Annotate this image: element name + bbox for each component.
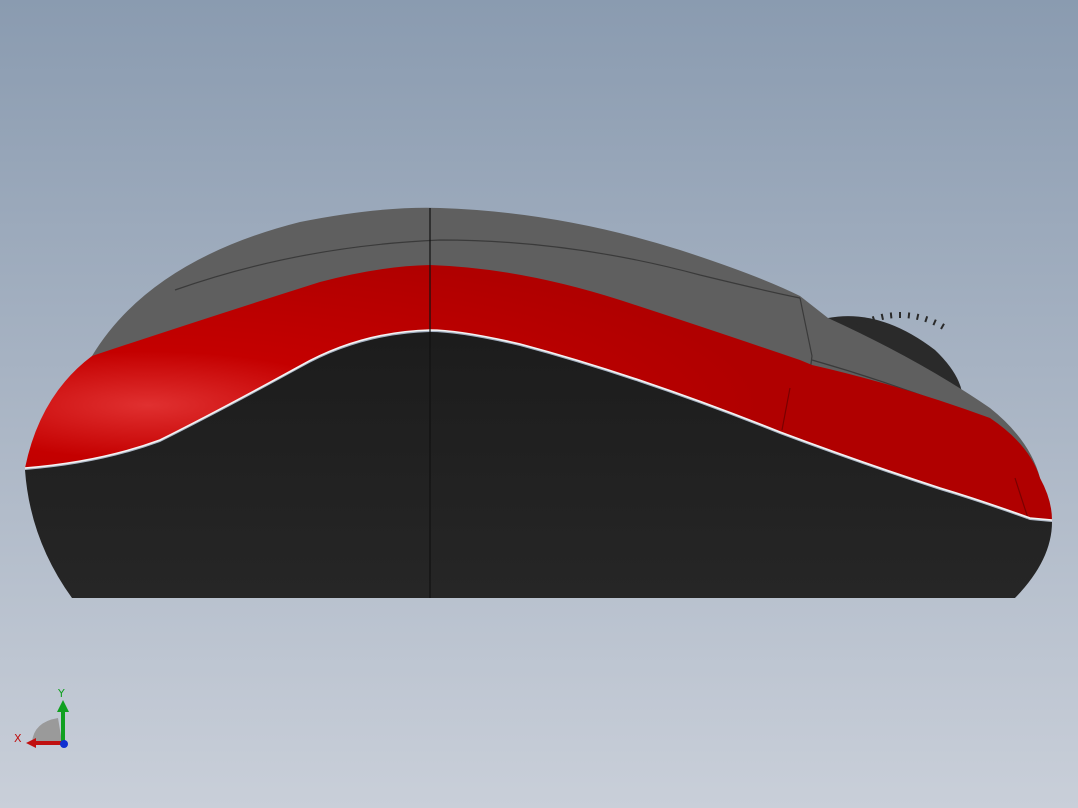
graphics-viewport[interactable]: X Y bbox=[0, 0, 1078, 808]
view-orientation-triad[interactable]: X Y bbox=[12, 686, 76, 756]
y-axis-label: Y bbox=[58, 687, 65, 700]
triad-graphic bbox=[26, 700, 69, 748]
wheel-tooth bbox=[907, 312, 911, 319]
wheel-tooth bbox=[889, 312, 893, 319]
z-axis-dot bbox=[60, 740, 68, 748]
y-axis-arrowhead bbox=[57, 700, 69, 712]
wheel-tooth bbox=[916, 313, 920, 321]
mouse-model[interactable] bbox=[0, 0, 1078, 808]
x-axis-label: X bbox=[14, 732, 22, 745]
wheel-tooth bbox=[924, 315, 929, 323]
wheel-tooth bbox=[940, 323, 945, 330]
triad-plane-shape bbox=[32, 718, 62, 742]
wheel-tooth bbox=[880, 313, 884, 321]
wheel-tooth bbox=[932, 319, 937, 326]
x-axis-arrowhead bbox=[26, 738, 36, 748]
